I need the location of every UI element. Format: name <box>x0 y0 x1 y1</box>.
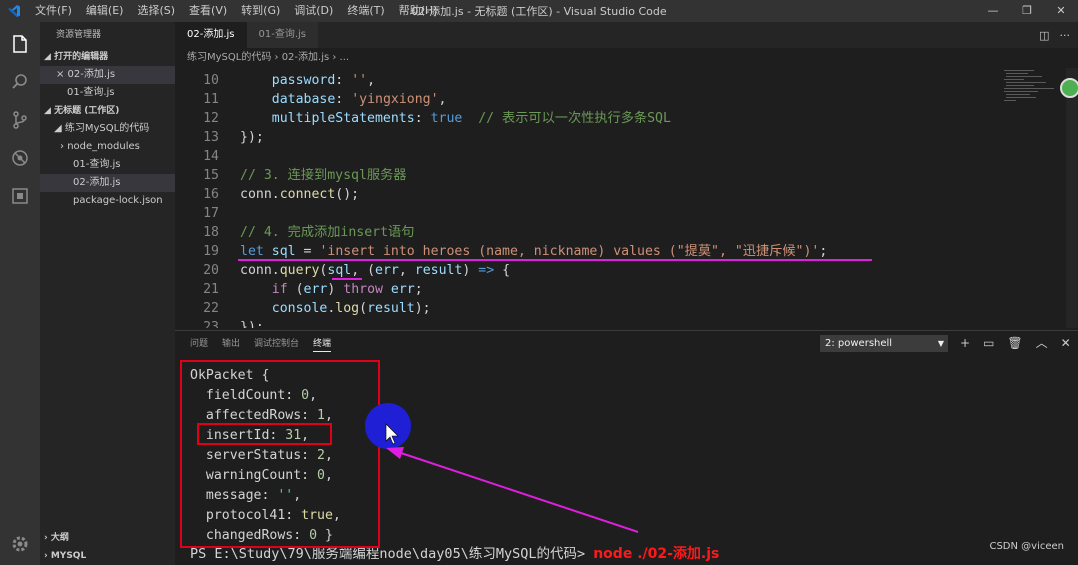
arrow-head <box>386 447 404 459</box>
mouse-pointer-icon <box>385 423 399 445</box>
arrow-line <box>397 451 639 533</box>
annotation-arrow <box>385 423 639 533</box>
